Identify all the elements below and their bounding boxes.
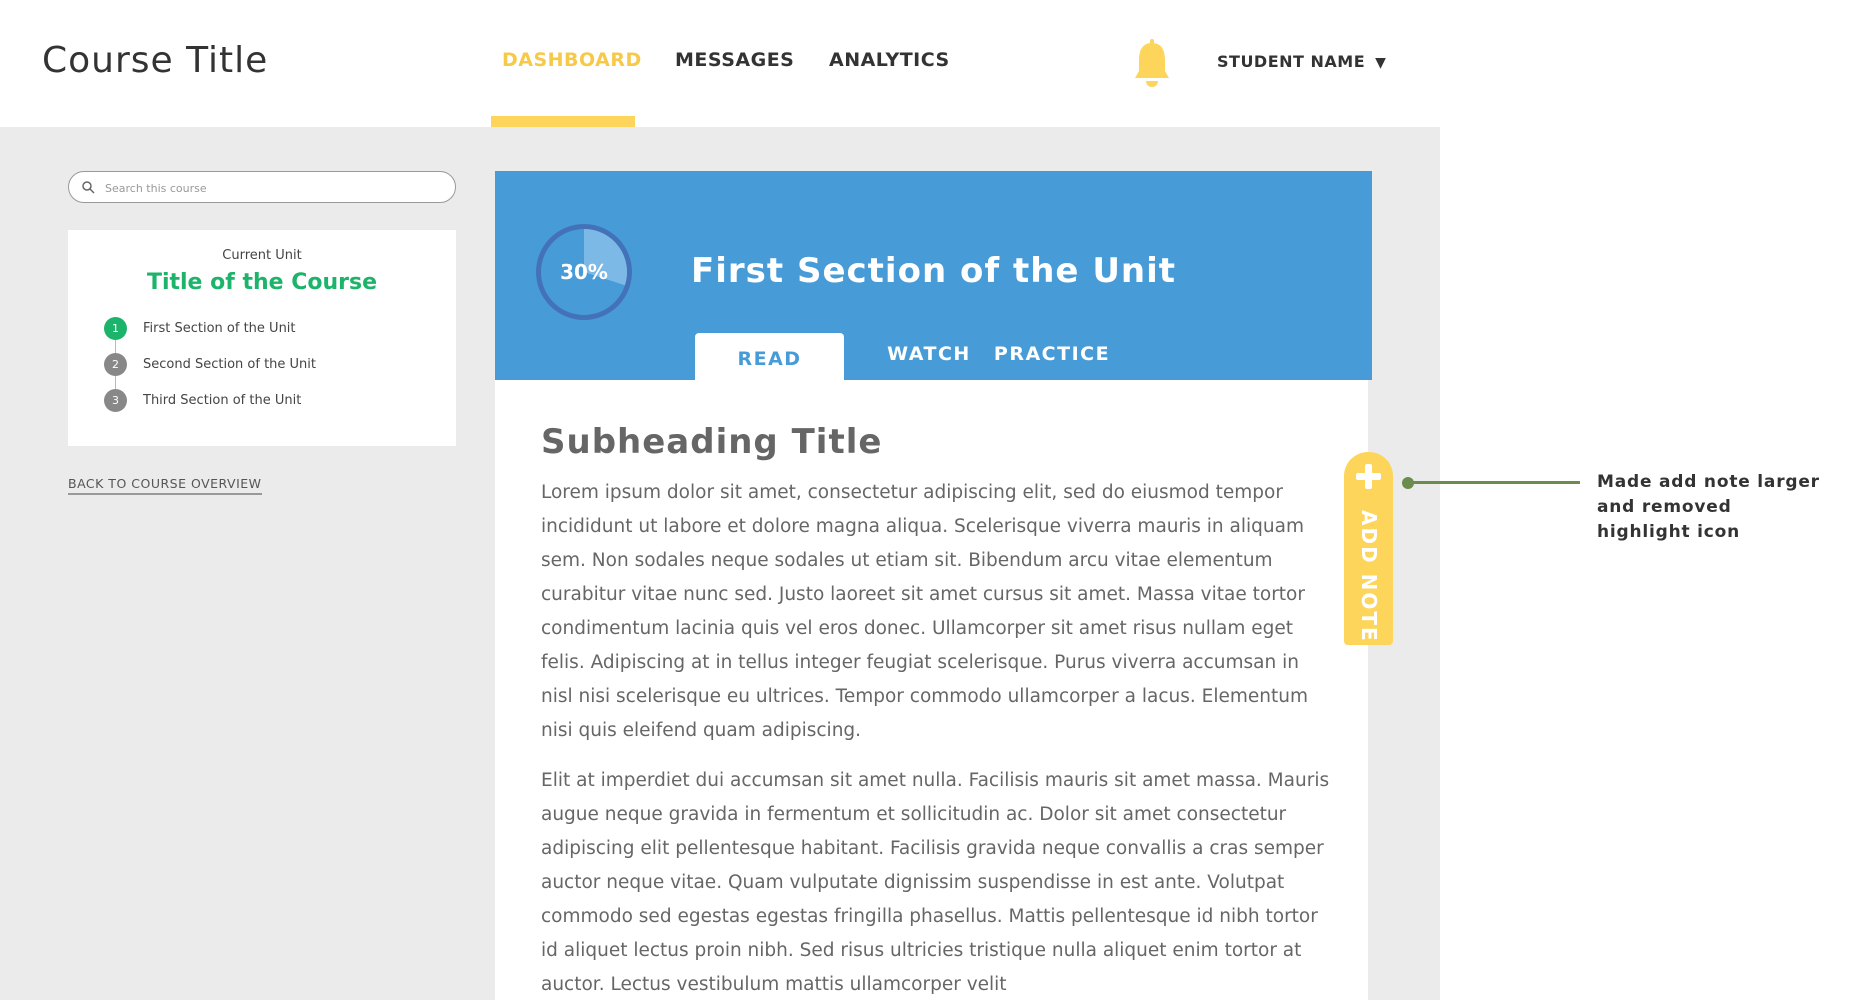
step-number-badge: 1 — [104, 317, 127, 340]
step-number-badge: 2 — [104, 353, 127, 376]
nav-messages[interactable]: MESSAGES — [675, 49, 794, 71]
search-icon — [82, 181, 95, 194]
section-title: First Section of the Unit — [691, 251, 1177, 291]
top-header: Course Title DASHBOARD MESSAGES ANALYTIC… — [0, 0, 1440, 127]
annotation-line — [1410, 481, 1580, 484]
search-input[interactable] — [105, 178, 435, 198]
bell-icon[interactable] — [1133, 38, 1171, 88]
tab-practice[interactable]: PRACTICE — [987, 333, 1117, 380]
add-note-button[interactable]: ADD NOTE — [1344, 452, 1393, 645]
back-to-overview-link[interactable]: BACK TO COURSE OVERVIEW — [68, 476, 262, 495]
step-label: Third Section of the Unit — [143, 393, 302, 408]
unit-title: Title of the Course — [146, 270, 378, 295]
section-banner: 30% First Section of the Unit READ WATCH… — [495, 171, 1372, 380]
tab-read[interactable]: READ — [695, 333, 844, 380]
course-title: Course Title — [42, 40, 269, 81]
paragraph: Lorem ipsum dolor sit amet, consectetur … — [541, 482, 1308, 741]
nav-dashboard[interactable]: DASHBOARD — [502, 49, 642, 71]
subheading-title: Subheading Title — [541, 422, 883, 462]
step-label: First Section of the Unit — [143, 321, 296, 336]
paragraph: Elit at imperdiet dui accumsan sit amet … — [541, 770, 1330, 995]
student-name: STUDENT NAME — [1217, 52, 1366, 71]
step-number-badge: 3 — [104, 389, 127, 412]
step-label: Second Section of the Unit — [143, 357, 316, 372]
current-unit-card: Current Unit Title of the Course 1 First… — [68, 230, 456, 446]
progress-percent: 30% — [560, 260, 608, 284]
current-unit-caption: Current Unit — [222, 248, 302, 263]
course-search[interactable] — [68, 171, 456, 203]
nav-analytics[interactable]: ANALYTICS — [829, 49, 950, 71]
chevron-down-icon: ▼ — [1375, 55, 1387, 71]
plus-icon — [1356, 464, 1381, 489]
annotation-text: Made add note larger and removed highlig… — [1597, 472, 1820, 542]
reading-content: Subheading Title Lorem ipsum dolor sit a… — [495, 380, 1368, 1000]
student-menu[interactable]: STUDENT NAME ▼ — [1217, 52, 1386, 71]
add-note-label: ADD NOTE — [1357, 510, 1381, 643]
tab-watch[interactable]: WATCH — [871, 333, 987, 380]
nav-active-indicator — [491, 116, 635, 127]
